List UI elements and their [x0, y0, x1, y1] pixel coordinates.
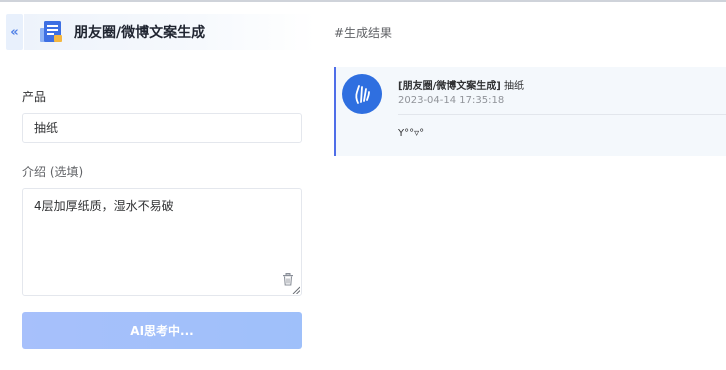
product-label: 产品 [22, 90, 47, 104]
resize-grip-icon[interactable] [292, 286, 300, 294]
divider [398, 114, 726, 115]
double-chevron-left-icon: « [10, 24, 19, 40]
result-category: [朋友圈/微博文案生成] [398, 81, 501, 92]
result-card [334, 67, 726, 156]
trash-icon[interactable] [282, 273, 294, 286]
intro-textarea[interactable]: 4层加厚纸质，湿水不易破 [22, 188, 302, 296]
results-heading: #生成结果 [334, 26, 393, 40]
collapse-sidebar-button[interactable]: « [6, 14, 23, 50]
page-title: 朋友圈/微博文案生成 [74, 25, 206, 41]
window-top-border [0, 0, 726, 2]
document-stack-icon [40, 21, 62, 42]
result-content: Y°°▿° [398, 128, 425, 139]
result-product: 抽纸 [503, 81, 524, 92]
hand-gesture-icon [355, 85, 370, 104]
result-title: [朋友圈/微博文案生成] 抽纸 [398, 77, 524, 92]
avatar [342, 74, 382, 114]
intro-label: 介绍 (选填) [22, 165, 84, 179]
product-input[interactable]: 抽纸 [22, 113, 302, 143]
generate-button[interactable]: AI思考中... [22, 312, 302, 349]
result-timestamp: 2023-04-14 17:35:18 [398, 95, 505, 106]
